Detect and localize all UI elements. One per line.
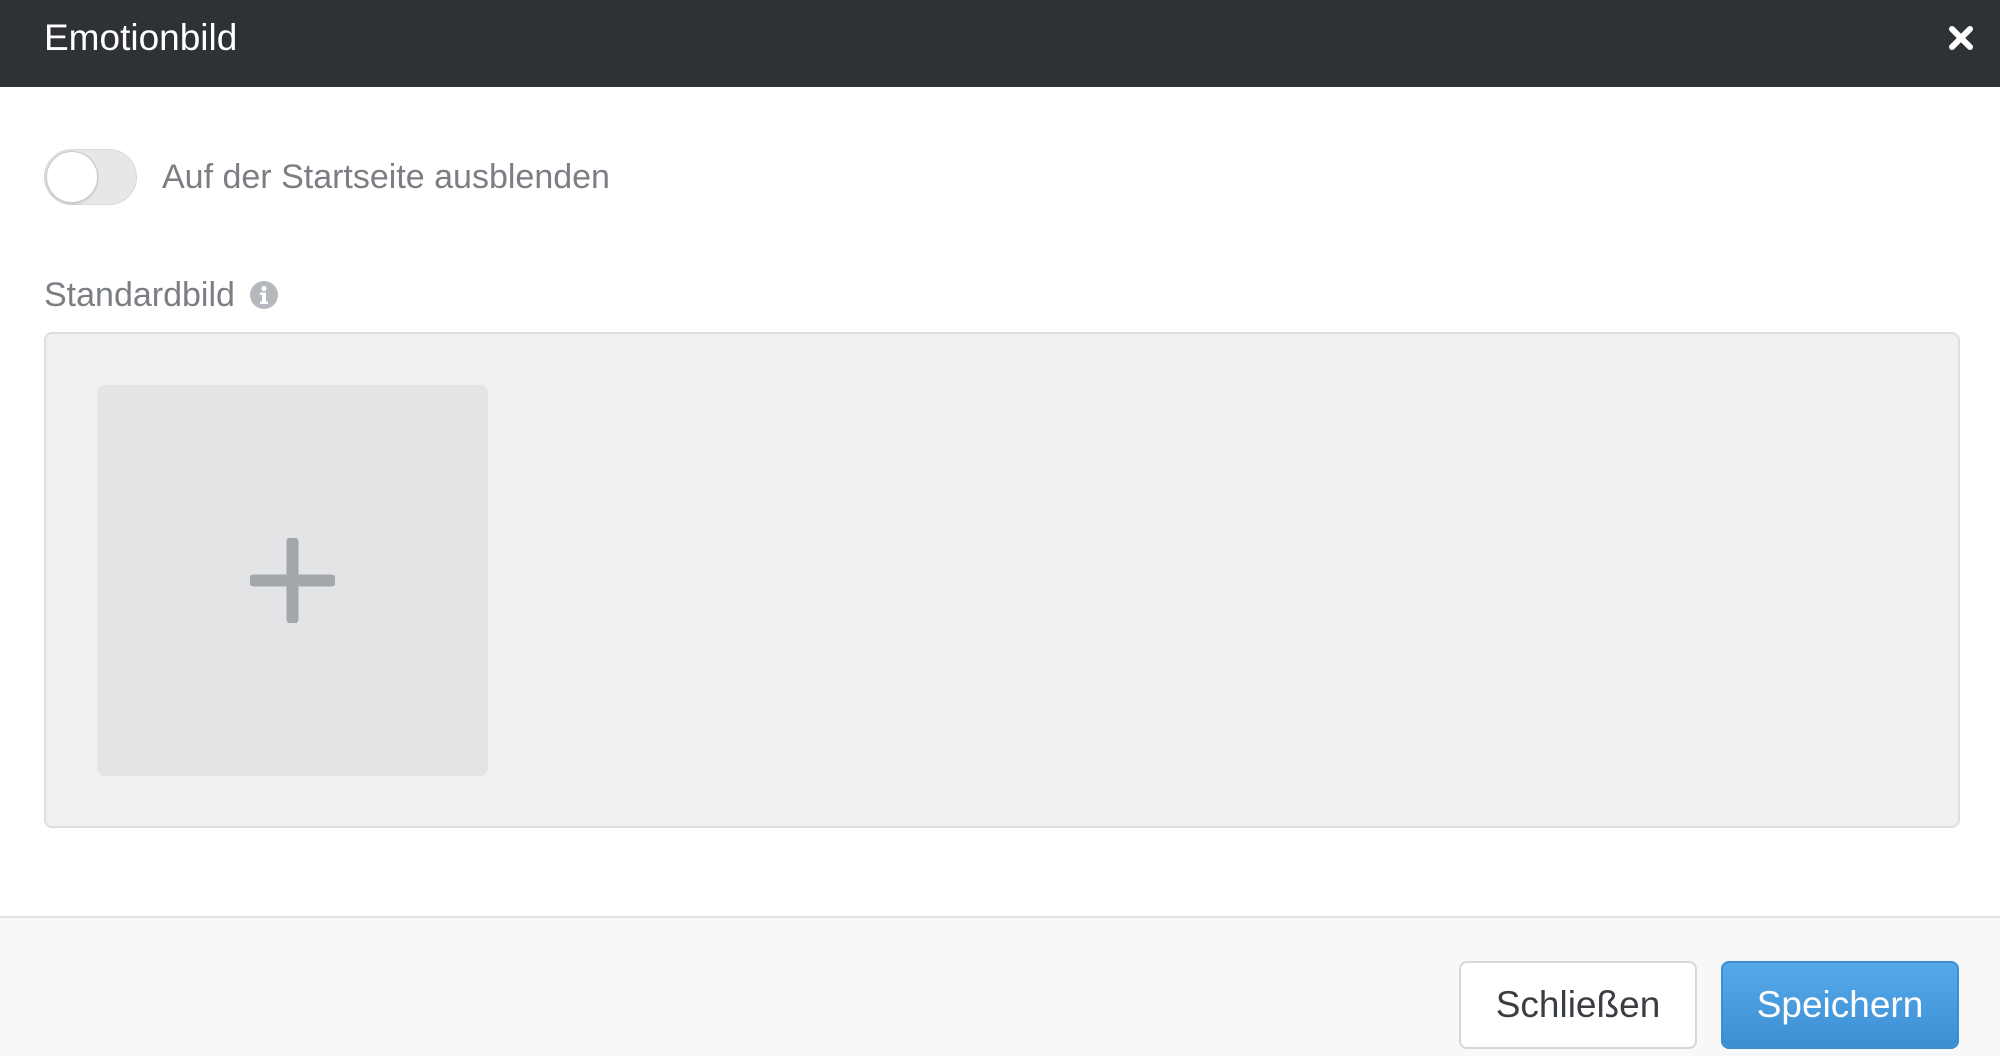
toggle-label: Auf der Startseite ausblenden [162,157,610,196]
emotionbild-dialog: Emotionbild Auf der Startseite ausblende… [0,0,2000,1056]
toggle-knob [46,151,98,203]
standardbild-label: Standardbild [44,275,235,314]
add-image-button[interactable] [97,385,488,776]
close-dialog-button[interactable]: Schließen [1459,961,1697,1049]
info-icon[interactable] [249,280,279,310]
image-upload-area [44,332,1960,828]
hide-on-startpage-toggle[interactable] [44,149,137,205]
save-button[interactable]: Speichern [1721,961,1959,1049]
standardbild-label-row: Standardbild [44,273,279,317]
plus-icon [250,538,335,623]
dialog-body: Auf der Startseite ausblenden Standardbi… [0,87,2000,916]
close-icon [1949,26,1973,50]
hide-on-startpage-row: Auf der Startseite ausblenden [44,149,610,205]
dialog-header: Emotionbild [0,0,2000,87]
dialog-title: Emotionbild [44,17,238,58]
close-button[interactable] [1940,17,1982,59]
dialog-footer: Schließen Speichern [0,916,2000,1056]
